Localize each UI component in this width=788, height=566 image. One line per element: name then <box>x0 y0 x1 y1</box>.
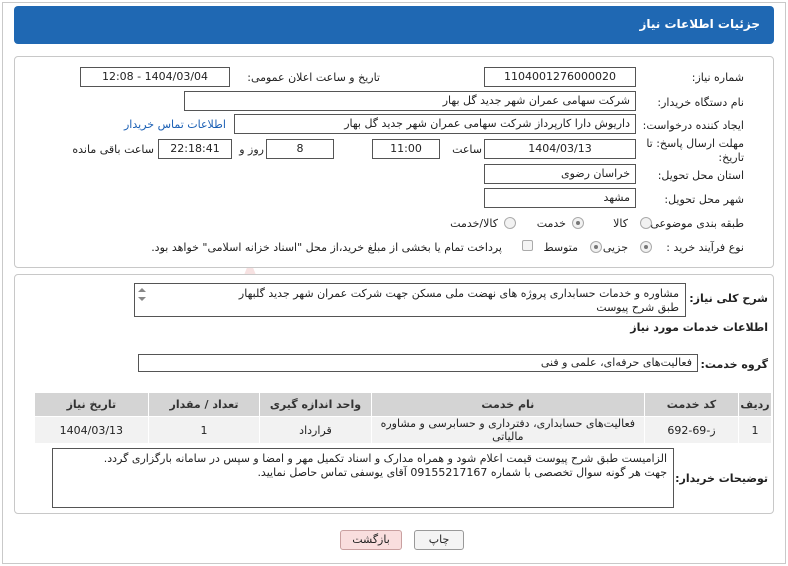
payment-note: پرداخت تمام یا بخشی از مبلغ خرید،از محل … <box>151 241 502 254</box>
buyer-notes-label: توضیحات خریدار: <box>675 472 768 485</box>
cell-quantity: 1 <box>147 416 261 444</box>
category-radio-goods[interactable] <box>640 217 652 229</box>
services-table: ردیف کد خدمت نام خدمت واحد اندازه گیری ت… <box>34 392 773 444</box>
col-unit: واحد اندازه گیری <box>259 392 372 417</box>
process-radio-minor[interactable] <box>640 241 652 253</box>
cell-service-name: فعالیت‌های حسابداری، دفترداری و حسابرسی … <box>370 416 645 444</box>
cell-row-number: 1 <box>737 416 773 444</box>
announce-field: 1404/03/04 - 12:08 <box>80 67 230 87</box>
process-option-minor: جزیی <box>602 241 628 254</box>
process-label: نوع فرآیند خرید : <box>666 241 744 254</box>
province-label: استان محل تحویل: <box>657 169 744 182</box>
service-group-field: فعالیت‌های حرفه‌ای، علمی و فنی <box>138 354 698 372</box>
category-option-service: خدمت <box>536 217 566 230</box>
buyer-notes-line-1: الزامیست طبق شرح پیوست قیمت اعلام شود و … <box>103 452 667 465</box>
category-radio-goods-service[interactable] <box>504 217 516 229</box>
title-bar: جزئیات اطلاعات نیاز <box>14 6 774 44</box>
remaining-time-field: 22:18:41 <box>158 139 232 159</box>
summary-field: مشاوره و خدمات حسابداری پروژه های نهضت م… <box>134 283 686 317</box>
col-service-code: کد خدمت <box>643 392 739 417</box>
treasury-checkbox[interactable] <box>522 240 533 251</box>
deadline-time-field: 11:00 <box>372 139 440 159</box>
table-header-row: ردیف کد خدمت نام خدمت واحد اندازه گیری ت… <box>34 392 773 417</box>
print-button[interactable]: چاپ <box>414 530 464 550</box>
province-field: خراسان رضوی <box>484 164 636 184</box>
announce-label: تاریخ و ساعت اعلان عمومی: <box>247 71 380 84</box>
category-radio-service[interactable] <box>572 217 584 229</box>
col-quantity: تعداد / مقدار <box>147 392 261 417</box>
summary-scrollbar[interactable] <box>136 286 148 314</box>
city-label: شهر محل تحویل: <box>664 193 744 206</box>
category-label: طبقه بندی موضوعی: <box>646 217 744 230</box>
back-button[interactable]: بازگشت <box>340 530 402 550</box>
deadline-time-label: ساعت <box>452 143 482 156</box>
creator-field: داریوش دارا کارپرداز شرکت سهامی عمران شه… <box>234 114 636 134</box>
category-option-goods-service: کالا/خدمت <box>450 217 498 230</box>
buyer-contact-link[interactable]: اطلاعات تماس خریدار <box>124 118 226 131</box>
need-number-label: شماره نیاز: <box>691 71 744 84</box>
buyer-notes-line-2: جهت هر گونه سوال تخصصی با شماره 09155217… <box>257 466 667 479</box>
deadline-label: مهلت ارسال پاسخ: تا <box>646 137 744 150</box>
category-option-goods: کالا <box>613 217 628 230</box>
buyer-org-label: نام دستگاه خریدار: <box>657 96 744 109</box>
summary-label: شرح کلی نیاز: <box>689 292 768 305</box>
summary-line-1: مشاوره و خدمات حسابداری پروژه های نهضت م… <box>238 287 679 300</box>
days-label: روز و <box>239 143 264 156</box>
cell-service-code: ز-69-692 <box>643 416 739 444</box>
service-group-label: گروه خدمت: <box>700 358 768 371</box>
table-row: 1 ز-69-692 فعالیت‌های حسابداری، دفترداری… <box>34 416 773 444</box>
remaining-label: ساعت باقی مانده <box>72 143 154 156</box>
services-heading: اطلاعات خدمات مورد نیاز <box>630 321 768 334</box>
creator-label: ایجاد کننده درخواست: <box>642 119 744 132</box>
page-title: جزئیات اطلاعات نیاز <box>639 17 760 31</box>
col-service-name: نام خدمت <box>370 392 645 417</box>
cell-need-date: 1404/03/13 <box>34 416 149 444</box>
city-field: مشهد <box>484 188 636 208</box>
cell-unit: قرارداد <box>259 416 372 444</box>
col-row-number: ردیف <box>737 392 773 417</box>
process-option-medium: متوسط <box>543 241 578 254</box>
need-info-panel <box>14 56 774 268</box>
buyer-notes-field: الزامیست طبق شرح پیوست قیمت اعلام شود و … <box>52 448 674 508</box>
col-need-date: تاریخ نیاز <box>34 392 149 417</box>
process-radio-medium[interactable] <box>590 241 602 253</box>
deadline-label-date: تاریخ: <box>718 151 744 164</box>
deadline-date-field: 1404/03/13 <box>484 139 636 159</box>
days-field: 8 <box>266 139 334 159</box>
summary-line-2: طبق شرح پیوست <box>596 301 679 314</box>
buyer-org-field: شرکت سهامی عمران شهر جدید گل بهار <box>184 91 636 111</box>
need-number-field: 1104001276000020 <box>484 67 636 87</box>
